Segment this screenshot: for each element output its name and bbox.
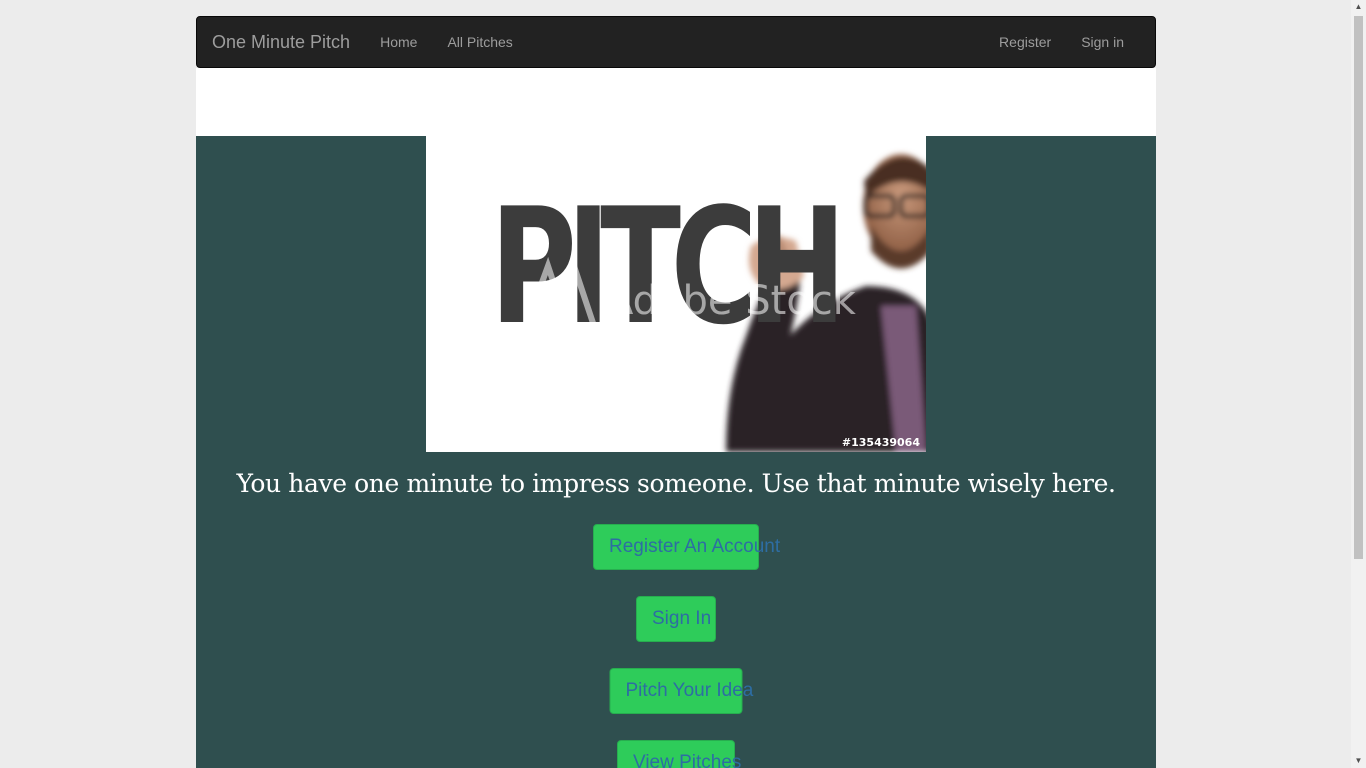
scroll-down-arrow-icon[interactable]: ▼ — [1351, 754, 1366, 768]
pitch-headline-text: PITCH — [490, 173, 836, 360]
hero-section: PITCH Adobe Stock #135439064 You have on… — [196, 136, 1156, 768]
pitch-illustration: PITCH Adobe Stock — [426, 136, 926, 452]
signin-button[interactable]: Sign In — [636, 596, 716, 642]
register-account-button[interactable]: Register An Account — [593, 524, 780, 570]
hero-tagline: You have one minute to impress someone. … — [236, 469, 1116, 498]
nav-signin-link[interactable]: Sign in — [1066, 17, 1139, 67]
scrollbar-thumb[interactable] — [1354, 16, 1363, 559]
nav-right: Register Sign in — [984, 17, 1139, 67]
navbar: One Minute Pitch Home All Pitches Regist… — [196, 16, 1156, 68]
view-pitches-button[interactable]: View Pitches — [617, 740, 741, 768]
nav-left: Home All Pitches — [365, 17, 528, 67]
nav-all-pitches-link[interactable]: All Pitches — [432, 17, 527, 67]
pitch-idea-button[interactable]: Pitch Your Idea — [609, 668, 753, 714]
main-container: One Minute Pitch Home All Pitches Regist… — [196, 16, 1156, 768]
scroll-up-arrow-icon[interactable]: ▲ — [1351, 0, 1366, 14]
page: One Minute Pitch Home All Pitches Regist… — [0, 0, 1366, 768]
header-spacer — [196, 68, 1156, 136]
nav-home-link[interactable]: Home — [365, 17, 432, 67]
brand-link[interactable]: One Minute Pitch — [212, 32, 350, 52]
hero-image: PITCH Adobe Stock #135439064 — [426, 136, 926, 452]
vertical-scrollbar[interactable]: ▲ ▼ — [1351, 0, 1366, 768]
nav-register-link[interactable]: Register — [984, 17, 1066, 67]
svg-text:Adobe Stock: Adobe Stock — [606, 278, 857, 324]
stock-id-label: #135439064 — [841, 436, 920, 449]
